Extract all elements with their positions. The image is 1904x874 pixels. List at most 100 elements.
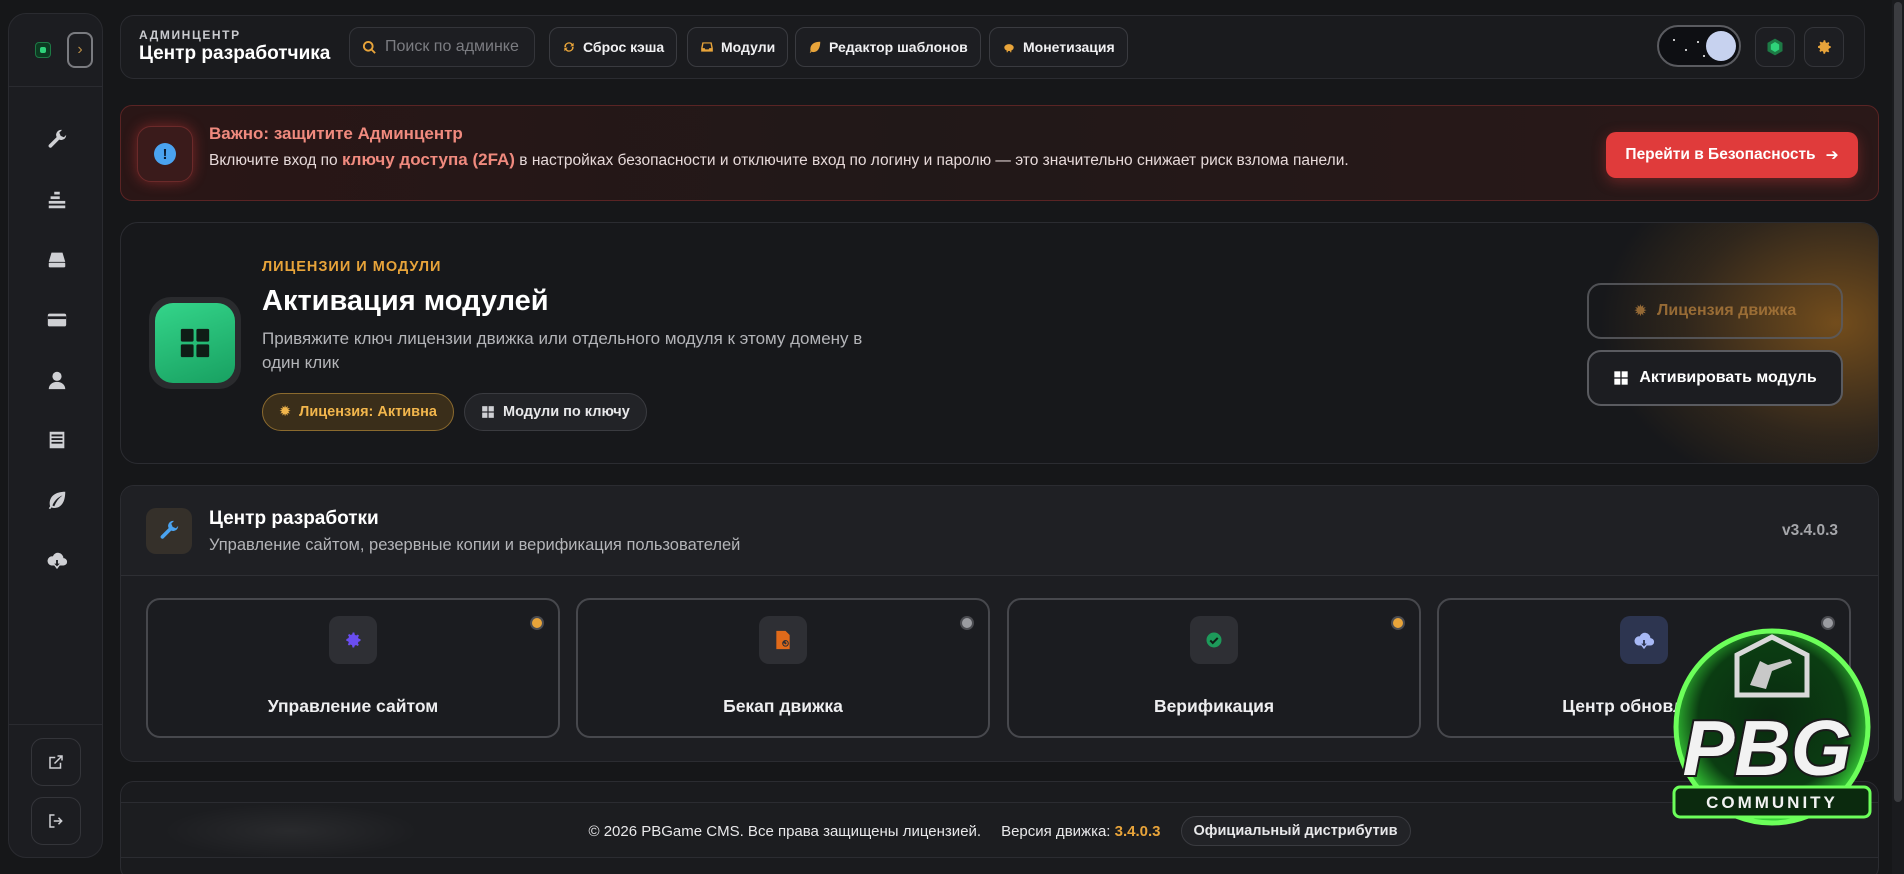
status-dot — [530, 616, 544, 630]
sidebar-top: › — [23, 32, 93, 68]
license-status-badge: ✹ Лицензия: Активна — [262, 393, 454, 431]
sun-icon: ✹ — [279, 404, 292, 420]
file-backup-icon — [759, 616, 807, 664]
alert-text-after: в настройках безопасности и отключите вх… — [514, 152, 1349, 169]
settings-button[interactable] — [1804, 27, 1844, 67]
monetization-label: Монетизация — [1023, 39, 1115, 55]
piggy-bank-icon — [1004, 44, 1014, 53]
tile-label: Верификация — [1153, 696, 1275, 716]
engine-license-label: Лицензия движка — [1657, 302, 1797, 319]
user-icon[interactable] — [45, 368, 69, 392]
license-status-label: Лицензия: Активна — [299, 404, 437, 420]
sidebar: › — [8, 13, 103, 858]
copyright-text: © 2026 PBGame CMS. Все права защищены ли… — [588, 822, 982, 840]
go-to-security-label: Перейти в Безопасность — [1625, 146, 1816, 163]
watermark-main-text: PBG — [1682, 704, 1851, 792]
scrollbar-thumb[interactable] — [1894, 2, 1902, 802]
go-to-security-button[interactable]: Перейти в Безопасность ➔ — [1606, 132, 1858, 178]
page-title: Центр разработчика — [139, 43, 331, 64]
tile-engine-backup[interactable]: Бекап движка — [576, 598, 990, 738]
activate-module-button[interactable]: Активировать модуль — [1587, 350, 1843, 406]
engine-license-button[interactable]: ✹ Лицензия движка — [1587, 283, 1843, 339]
logout-button[interactable] — [31, 797, 81, 845]
tile-site-management[interactable]: Управление сайтом — [146, 598, 560, 738]
activate-module-label: Активировать модуль — [1639, 369, 1817, 386]
grid-icon — [482, 406, 494, 418]
alert-icon-box: ! — [137, 126, 193, 182]
footer-content: © 2026 PBGame CMS. Все права защищены ли… — [121, 803, 1878, 859]
alert-text-before: Включите вход по — [209, 152, 342, 169]
cloud-download-icon[interactable] — [45, 548, 69, 572]
exclamation-icon: ! — [154, 143, 176, 165]
app-logo-icon[interactable] — [35, 42, 51, 58]
official-distribution-badge: Официальный дистрибутив — [1180, 816, 1411, 846]
sidebar-expand-button[interactable]: › — [67, 32, 93, 68]
alert-text-strong: ключу доступа (2FA) — [341, 150, 515, 169]
search-box[interactable] — [349, 27, 535, 67]
watermark-sub-text: COMMUNITY — [1706, 793, 1838, 812]
tile-label: Бекап движка — [723, 696, 843, 716]
top-bar: АДМИНЦЕНТР Центр разработчика Сброс кэша… — [120, 15, 1865, 79]
status-dot — [1391, 616, 1405, 630]
modules-button[interactable]: Модули — [687, 27, 789, 67]
template-editor-label: Редактор шаблонов — [829, 39, 968, 55]
gear-icon — [1818, 40, 1831, 54]
search-input[interactable] — [385, 38, 525, 56]
engine-version-label: Версия движка: — [1001, 822, 1111, 840]
dev-center-subtitle: Управление сайтом, резервные копии и вер… — [209, 536, 741, 554]
alert-text: Включите вход по ключу доступа (2FA) в н… — [209, 150, 1349, 170]
tile-label: Управление сайтом — [267, 696, 439, 716]
leaf-icon — [809, 41, 821, 53]
chart-bars-icon[interactable] — [45, 188, 69, 212]
search-icon — [362, 40, 376, 54]
modules-by-key-label: Модули по ключу — [503, 404, 630, 420]
modules-by-key-badge[interactable]: Модули по ключу — [464, 393, 647, 431]
inbox-icon — [701, 42, 713, 52]
gear-icon — [329, 616, 377, 664]
theme-toggle[interactable] — [1657, 25, 1741, 67]
credit-card-icon[interactable] — [45, 308, 69, 332]
sidebar-divider-bottom — [9, 724, 102, 725]
license-card: ЛИЦЕНЗИИ И МОДУЛИ Активация модулей Прив… — [120, 222, 1879, 464]
hard-drive-icon[interactable] — [45, 248, 69, 272]
open-site-button[interactable] — [31, 738, 81, 786]
license-overline: ЛИЦЕНЗИИ И МОДУЛИ — [262, 259, 442, 275]
clear-cache-button[interactable]: Сброс кэша — [549, 27, 678, 67]
version-label: v3.4.0.3 — [1781, 522, 1838, 539]
dev-center-panel: Центр разработки Управление сайтом, резе… — [120, 485, 1879, 762]
brand-icon-button[interactable] — [1755, 27, 1795, 67]
dev-center-header: Центр разработки Управление сайтом, резе… — [121, 486, 1878, 576]
footer: © 2026 PBGame CMS. Все права защищены ли… — [120, 781, 1879, 874]
sidebar-divider — [9, 86, 102, 87]
alert-title: Важно: защитите Админцентр — [209, 124, 463, 143]
engine-version-value: 3.4.0.3 — [1114, 822, 1161, 840]
page-scrollbar[interactable] — [1892, 0, 1904, 874]
arrow-right-icon: ➔ — [1825, 146, 1839, 164]
header-overline: АДМИНЦЕНТР — [139, 28, 241, 42]
check-circle-icon — [1190, 616, 1238, 664]
license-title: Активация модулей — [262, 285, 549, 317]
sun-icon: ✹ — [1633, 303, 1648, 320]
refresh-icon — [564, 42, 574, 52]
clear-cache-label: Сброс кэша — [583, 39, 665, 55]
security-alert: ! Важно: защитите Админцентр Включите вх… — [120, 105, 1879, 201]
moon-icon — [1706, 31, 1736, 61]
leaf-icon[interactable] — [45, 488, 69, 512]
wrench-icon[interactable] — [45, 128, 69, 152]
license-description: Привяжите ключ лицензии движка или отдел… — [262, 329, 863, 372]
list-icon[interactable] — [45, 428, 69, 452]
wrench-icon — [146, 508, 192, 554]
tile-verification[interactable]: Верификация — [1007, 598, 1421, 738]
grid-icon — [1614, 371, 1628, 385]
modules-label: Модули — [721, 39, 776, 55]
modules-grid-icon — [149, 297, 241, 389]
footer-bar: © 2026 PBGame CMS. Все права защищены ли… — [121, 802, 1878, 859]
dev-center-title: Центр разработки — [209, 508, 379, 529]
engine-version: Версия движка: 3.4.0.3 — [1001, 823, 1160, 840]
pbg-community-logo: PBG COMMUNITY — [1632, 615, 1894, 870]
decorative-glow — [1598, 223, 1878, 463]
template-editor-button[interactable]: Редактор шаблонов — [795, 27, 981, 67]
hexagon-logo-icon — [1767, 38, 1783, 56]
status-dot — [960, 616, 974, 630]
monetization-button[interactable]: Монетизация — [989, 27, 1128, 67]
